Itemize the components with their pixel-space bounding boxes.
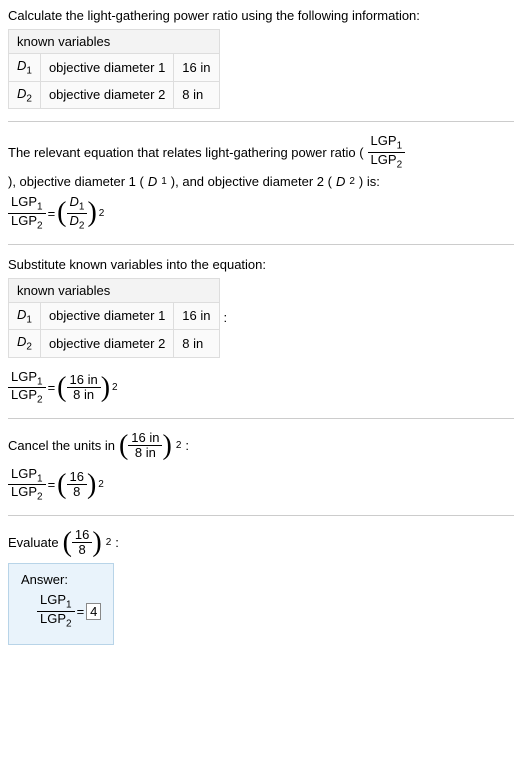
step-3: Substitute known variables into the equa… bbox=[8, 257, 514, 406]
eq-lhs: LGP1 LGP2 bbox=[8, 195, 46, 231]
equation: LGP1 LGP2 = ( 16 8 ) 2 bbox=[8, 467, 514, 503]
equals: = bbox=[48, 206, 56, 221]
var-desc: objective diameter 2 bbox=[40, 330, 173, 358]
var-value: 8 in bbox=[174, 81, 219, 109]
lgp-ratio: LGP1 LGP2 bbox=[368, 134, 406, 170]
known-variables-table-1: known variables D1 objective diameter 1 … bbox=[8, 29, 220, 109]
eq-lhs: LGP1 LGP2 bbox=[37, 593, 75, 629]
step2-text: The relevant equation that relates light… bbox=[8, 134, 514, 189]
eq-rhs: ( D1 D2 ) bbox=[57, 195, 97, 231]
equation: LGP1 LGP2 = ( D1 D2 ) 2 bbox=[8, 195, 514, 231]
table-row: D1 objective diameter 1 16 in bbox=[9, 302, 220, 330]
known-variables-table-2: known variables D1 objective diameter 1 … bbox=[8, 278, 220, 358]
step5-text: Evaluate ( 16 8 ) 2 : bbox=[8, 528, 514, 558]
divider bbox=[8, 121, 514, 122]
eq-lhs: LGP1 LGP2 bbox=[8, 370, 46, 406]
table-row: D1 objective diameter 1 16 in bbox=[9, 54, 220, 82]
var-desc: objective diameter 2 bbox=[40, 81, 173, 109]
divider bbox=[8, 244, 514, 245]
table-header: known variables bbox=[9, 278, 220, 302]
step3-intro: Substitute known variables into the equa… bbox=[8, 257, 514, 272]
var-symbol: D2 bbox=[9, 330, 41, 358]
table-row: D2 objective diameter 2 8 in bbox=[9, 81, 220, 109]
var-symbol: D2 bbox=[9, 81, 41, 109]
step4-text: Cancel the units in ( 16 in 8 in ) 2 : bbox=[8, 431, 514, 461]
answer-equation: LGP1 LGP2 = 4 bbox=[37, 593, 101, 629]
var-symbol: D1 bbox=[9, 302, 41, 330]
table-header: known variables bbox=[9, 30, 220, 54]
divider bbox=[8, 418, 514, 419]
answer-label: Answer: bbox=[21, 572, 101, 587]
var-value: 8 in bbox=[174, 330, 219, 358]
var-value: 16 in bbox=[174, 54, 219, 82]
var-desc: objective diameter 1 bbox=[40, 54, 173, 82]
var-symbol: D1 bbox=[9, 54, 41, 82]
eq-lhs: LGP1 LGP2 bbox=[8, 467, 46, 503]
var-desc: objective diameter 1 bbox=[40, 302, 173, 330]
step-2: The relevant equation that relates light… bbox=[8, 134, 514, 231]
step-4: Cancel the units in ( 16 in 8 in ) 2 : L… bbox=[8, 431, 514, 503]
equals: = bbox=[48, 380, 56, 395]
eq-rhs: ( 16 8 ) bbox=[57, 470, 96, 500]
eq-rhs: ( 16 in 8 in ) bbox=[57, 373, 110, 403]
answer-box: Answer: LGP1 LGP2 = 4 bbox=[8, 563, 114, 644]
table-row: D2 objective diameter 2 8 in bbox=[9, 330, 220, 358]
equals: = bbox=[48, 477, 56, 492]
step-5: Evaluate ( 16 8 ) 2 : Answer: LGP1 LGP2 … bbox=[8, 528, 514, 645]
equation: LGP1 LGP2 = ( 16 in 8 in ) 2 bbox=[8, 370, 514, 406]
answer-value: 4 bbox=[86, 603, 101, 620]
equals: = bbox=[77, 604, 85, 619]
step1-intro: Calculate the light-gathering power rati… bbox=[8, 8, 514, 23]
colon: : bbox=[224, 310, 228, 325]
divider bbox=[8, 515, 514, 516]
var-value: 16 in bbox=[174, 302, 219, 330]
step-1: Calculate the light-gathering power rati… bbox=[8, 8, 514, 109]
